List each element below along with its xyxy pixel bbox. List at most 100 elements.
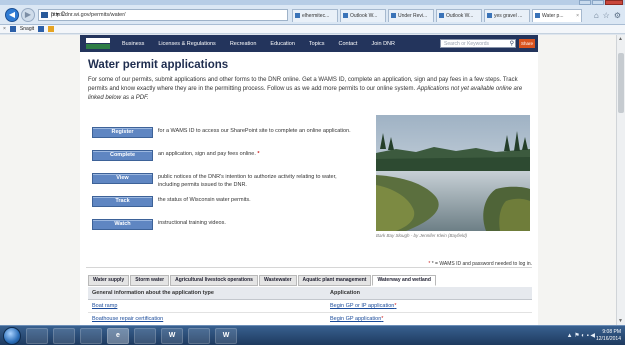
action-row: View public notices of the DNR's intentio…: [92, 173, 362, 193]
search-icon[interactable]: ⚲: [510, 40, 514, 48]
vertical-scrollbar[interactable]: ▲ ▼: [616, 35, 625, 325]
nav-link[interactable]: Education: [270, 41, 294, 47]
taskbar-app-icon[interactable]: [53, 328, 75, 344]
close-tab-icon[interactable]: ×: [576, 10, 579, 22]
permit-tab[interactable]: Aquatic plant management: [297, 275, 372, 286]
taskbar-app-icon[interactable]: [134, 328, 156, 344]
scroll-up-icon[interactable]: ▲: [618, 36, 623, 42]
table-header: General information about the applicatio…: [88, 287, 532, 300]
action-description-text: public notices of the DNR's intention to…: [158, 174, 337, 188]
action-description: public notices of the DNR's intention to…: [158, 173, 358, 189]
browser-tab[interactable]: elhermitec...: [292, 9, 338, 22]
page-title: Water permit applications: [88, 59, 229, 71]
page-content: Business Licenses & Regulations Recreation…: [80, 35, 538, 325]
browser-tab[interactable]: Outlook W...: [436, 9, 482, 22]
site-navigation: Business Licenses & Regulations Recreation…: [80, 35, 538, 52]
site-favicon-icon: [41, 12, 48, 18]
address-actions[interactable]: ρ ▾ C: [51, 10, 321, 20]
browser-toolbar: ◀ ▶ http://dnr.wi.gov/permits/water/ ρ ▾…: [0, 5, 625, 25]
nav-link[interactable]: Recreation: [230, 41, 257, 47]
browser-tab[interactable]: Water p... ×: [532, 9, 582, 22]
taskbar-app-icon[interactable]: [80, 328, 102, 344]
back-button[interactable]: ◀: [5, 8, 19, 22]
address-bar[interactable]: http://dnr.wi.gov/permits/water/ ρ ▾ C: [38, 9, 288, 21]
browser-tab[interactable]: Outlook W...: [340, 9, 386, 22]
column-header-application: Application: [330, 290, 360, 296]
close-favorites-icon[interactable]: ×: [3, 25, 6, 33]
begin-application-link[interactable]: Begin GP application*: [330, 313, 383, 325]
register-button[interactable]: Register: [92, 127, 153, 138]
table-row: Boat ramp Begin GP or IP application*: [88, 300, 532, 313]
nav-link[interactable]: Licenses & Regulations: [158, 41, 215, 47]
application-link-text: Begin GP or IP application: [330, 303, 395, 309]
site-nav-links: Business Licenses & Regulations Recreation…: [122, 41, 395, 47]
clock-time: 9:08 PM: [602, 329, 621, 335]
view-button[interactable]: View: [92, 173, 153, 184]
intro-text: For some of our permits, submit applicat…: [88, 76, 528, 103]
browser-tab-strip: elhermitec... Outlook W... Under Revi... Ou…: [292, 9, 582, 22]
permit-type-tabs: Water supply Storm water Agricultural live…: [88, 275, 436, 286]
snagit-icon: [9, 26, 16, 32]
nav-link[interactable]: Join DNR: [371, 41, 395, 47]
action-row: Register for a WAMS ID to access our Shar…: [92, 127, 362, 147]
forward-button[interactable]: ▶: [21, 8, 35, 22]
landscape-photo: [376, 115, 530, 231]
share-button[interactable]: Share: [519, 39, 535, 48]
favorites-star-icon[interactable]: ☆: [603, 11, 610, 20]
permit-tab[interactable]: Storm water: [130, 275, 170, 286]
required-marker: *: [381, 316, 384, 322]
system-tray[interactable]: ▲ ⚑ ◐ ▪ ◀: [567, 332, 595, 339]
browser-tab-label: Water p...: [542, 13, 564, 19]
nav-link[interactable]: Business: [122, 41, 144, 47]
action-description: instructional training videos.: [158, 219, 358, 227]
home-icon[interactable]: ⌂: [594, 11, 599, 20]
dnr-logo[interactable]: [86, 38, 110, 49]
taskbar-apps: eWW: [26, 328, 237, 344]
taskbar-app-icon[interactable]: W: [215, 328, 237, 344]
column-header-info: General information about the applicatio…: [92, 290, 214, 296]
complete-button[interactable]: Complete: [92, 150, 153, 161]
permit-tab[interactable]: Agricultural livestock operations: [170, 275, 258, 286]
application-type-link[interactable]: Boat ramp: [92, 300, 117, 312]
settings-gear-icon[interactable]: ⚙: [614, 11, 621, 20]
clock-date: 12/16/2014: [595, 336, 621, 342]
search-placeholder: Search or Keywords: [444, 41, 490, 47]
favorite-icon[interactable]: [38, 26, 45, 32]
application-type-link[interactable]: Boathouse repair certification: [92, 313, 163, 325]
favorite-item-snagit[interactable]: Snagit: [20, 25, 34, 33]
taskbar-app-icon[interactable]: [188, 328, 210, 344]
required-marker: *: [257, 151, 260, 157]
page-viewport: Business Licenses & Regulations Recreation…: [0, 35, 625, 325]
permit-tab[interactable]: Waterway and wetland: [372, 275, 436, 286]
track-button[interactable]: Track: [92, 196, 153, 207]
browser-tab[interactable]: Under Revi...: [388, 9, 434, 22]
taskbar-app-icon[interactable]: e: [107, 328, 129, 344]
action-description-text: instructional training videos.: [158, 220, 226, 226]
tab-favicon-icon: [343, 13, 348, 18]
taskbar-app-icon[interactable]: [26, 328, 48, 344]
scrollbar-thumb[interactable]: [618, 53, 624, 113]
browser-icons: ⌂ ☆ ⚙: [594, 11, 621, 20]
search-input[interactable]: Search or Keywords ⚲: [440, 39, 516, 48]
favorites-bar: × Snagit: [0, 25, 625, 34]
tab-favicon-icon: [295, 13, 300, 18]
system-clock[interactable]: 9:08 PM 12/16/2014: [596, 329, 621, 343]
required-marker: *: [394, 303, 397, 309]
action-description-text: for a WAMS ID to access our SharePoint s…: [158, 128, 351, 134]
permit-tab[interactable]: Water supply: [88, 275, 130, 286]
scroll-down-icon[interactable]: ▼: [618, 318, 623, 324]
nav-link[interactable]: Contact: [338, 41, 357, 47]
browser-tab[interactable]: yes gravel ...: [484, 9, 530, 22]
taskbar-app-icon[interactable]: W: [161, 328, 183, 344]
tab-favicon-icon: [535, 13, 540, 18]
watch-button[interactable]: Watch: [92, 219, 153, 230]
tab-favicon-icon: [487, 13, 492, 18]
begin-application-link[interactable]: Begin GP or IP application*: [330, 300, 396, 312]
nav-link[interactable]: Topics: [309, 41, 325, 47]
action-description: an application, sign and pay fees online…: [158, 150, 358, 158]
browser-tab-label: Outlook W...: [350, 13, 378, 19]
favorite-icon[interactable]: [48, 26, 55, 32]
permit-tab[interactable]: Wastewater: [258, 275, 297, 286]
start-button[interactable]: [3, 327, 21, 345]
action-description-text: an application, sign and pay fees online…: [158, 151, 256, 157]
